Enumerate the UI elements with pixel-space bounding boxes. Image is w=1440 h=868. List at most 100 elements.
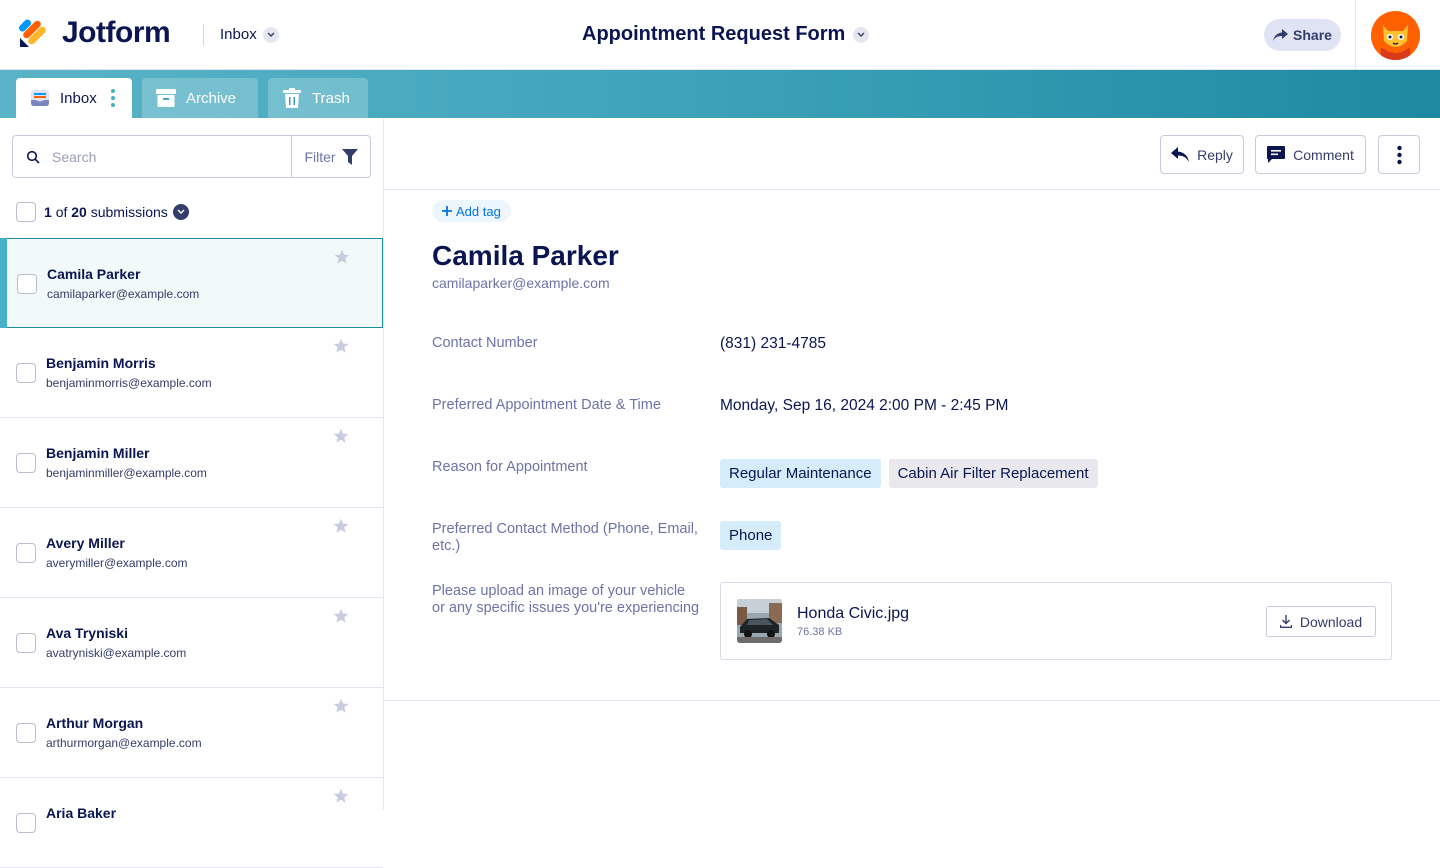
submission-count: 1 of 20 submissions xyxy=(16,202,189,222)
share-button-label: Share xyxy=(1293,27,1332,43)
jotform-logo-icon xyxy=(19,19,46,47)
file-name: Honda Civic.jpg xyxy=(797,605,910,622)
jotform-logo[interactable]: Jotform xyxy=(18,16,171,50)
field-label: Preferred Appointment Date & Time xyxy=(432,397,661,413)
row-checkbox[interactable] xyxy=(16,543,36,563)
search-input[interactable] xyxy=(52,148,282,165)
answer-chip: Regular Maintenance xyxy=(720,459,881,488)
filter-funnel-icon xyxy=(341,148,358,165)
archive-icon xyxy=(156,88,176,108)
user-avatar-icon xyxy=(1371,11,1420,60)
submitter-name: Aria Baker xyxy=(46,805,117,821)
row-checkbox[interactable] xyxy=(16,813,36,833)
tab-inbox[interactable]: Inbox xyxy=(16,78,132,118)
file-size: 76.38 KB xyxy=(797,626,843,638)
star-icon[interactable] xyxy=(333,518,349,534)
brand-name: Jotform xyxy=(62,16,171,49)
filter-button[interactable]: Filter xyxy=(291,136,370,177)
share-arrow-icon xyxy=(1273,29,1289,41)
submission-list-panel: Filter 1 of 20 submissions Camila Parker… xyxy=(0,118,384,868)
submitter-name: Benjamin Morris xyxy=(46,355,156,371)
submitter-name: Arthur Morgan xyxy=(46,715,144,731)
selection-dropdown[interactable] xyxy=(172,204,189,220)
tab-archive[interactable]: Archive xyxy=(142,78,258,118)
submitter-email: arthurmorgan@example.com xyxy=(46,736,202,750)
submitter-email: averymiller@example.com xyxy=(46,556,188,570)
current-index: 1 xyxy=(44,204,52,220)
select-all-checkbox[interactable] xyxy=(16,202,36,222)
more-vertical-icon xyxy=(1396,145,1402,164)
star-icon[interactable] xyxy=(333,428,349,444)
submitter-email: camilaparker@example.com xyxy=(432,275,610,291)
list-item[interactable]: Camila Parker camilaparker@example.com xyxy=(0,238,383,328)
submitter-email: benjaminmiller@example.com xyxy=(46,466,207,480)
row-checkbox[interactable] xyxy=(16,633,36,653)
header-divider xyxy=(203,24,204,46)
field-label: Contact Number xyxy=(432,335,538,351)
add-tag-button[interactable]: Add tag xyxy=(432,200,511,222)
answer-chip: Phone xyxy=(720,521,782,550)
submitter-name: Avery Miller xyxy=(46,535,125,551)
file-thumbnail[interactable] xyxy=(737,599,782,643)
chip-group: Regular Maintenance Cabin Air Filter Repl… xyxy=(720,459,1106,488)
field-label: Preferred Contact Method (Phone, Email, … xyxy=(432,521,698,554)
avatar[interactable] xyxy=(1371,11,1420,60)
chevron-down-icon xyxy=(177,209,185,215)
total-count: 20 xyxy=(71,204,87,220)
more-options-button[interactable] xyxy=(1378,135,1420,174)
row-checkbox[interactable] xyxy=(16,363,36,383)
star-icon[interactable] xyxy=(333,338,349,354)
top-header: Jotform Inbox Appointment Request Form S… xyxy=(0,0,1440,70)
row-checkbox[interactable] xyxy=(16,723,36,743)
list-item[interactable]: Avery Miller averymiller@example.com xyxy=(0,508,383,598)
list-item[interactable]: Benjamin Morris benjaminmorris@example.c… xyxy=(0,328,383,418)
header-divider xyxy=(1355,0,1356,70)
search-icon xyxy=(26,150,40,164)
field-value: Monday, Sep 16, 2024 2:00 PM - 2:45 PM xyxy=(720,397,1009,414)
tab-inbox-label: Inbox xyxy=(60,89,97,107)
add-tag-label: Add tag xyxy=(456,203,501,219)
submitter-email: avatryniski@example.com xyxy=(46,646,187,660)
list-item[interactable]: Ava Tryniski avatryniski@example.com xyxy=(0,598,383,688)
list-item[interactable]: Arthur Morgan arthurmorgan@example.com xyxy=(0,688,383,778)
car-photo-icon xyxy=(737,599,782,643)
toolbar-divider xyxy=(384,189,1440,190)
list-item[interactable]: Aria Baker xyxy=(0,778,383,868)
download-button-label: Download xyxy=(1299,613,1363,630)
chip-group: Phone xyxy=(720,521,789,550)
download-button[interactable]: Download xyxy=(1266,606,1376,637)
comment-icon xyxy=(1267,146,1286,163)
search-box: Filter xyxy=(12,135,371,178)
download-icon xyxy=(1279,615,1292,628)
count-of-text: of xyxy=(55,204,68,220)
list-item[interactable]: Benjamin Miller benjaminmiller@example.c… xyxy=(0,418,383,508)
star-icon[interactable] xyxy=(333,788,349,804)
plus-icon xyxy=(442,206,452,216)
submitter-email: benjaminmorris@example.com xyxy=(46,376,212,390)
submitter-name: Camila Parker xyxy=(47,266,141,282)
tab-archive-label: Archive xyxy=(186,89,237,107)
field-label: Reason for Appointment xyxy=(432,459,588,475)
form-title: Appointment Request Form xyxy=(582,23,846,45)
star-icon[interactable] xyxy=(333,608,349,624)
tab-trash[interactable]: Trash xyxy=(268,78,368,118)
chevron-down-icon xyxy=(262,26,279,43)
star-icon[interactable] xyxy=(333,698,349,714)
answer-chip: Cabin Air Filter Replacement xyxy=(888,459,1098,488)
file-attachment: Honda Civic.jpg 76.38 KB Download xyxy=(720,582,1392,660)
inbox-icon xyxy=(30,88,50,108)
inbox-switcher-label: Inbox xyxy=(220,26,257,43)
star-icon[interactable] xyxy=(334,249,350,265)
reply-button[interactable]: Reply xyxy=(1160,135,1244,174)
share-button[interactable]: Share xyxy=(1264,19,1341,51)
submission-detail-panel: Reply Comment Add tag Camila Parker cami… xyxy=(384,118,1440,810)
field-value: (831) 231-4785 xyxy=(720,335,826,352)
row-checkbox[interactable] xyxy=(17,274,37,294)
form-title-dropdown[interactable]: Appointment Request Form xyxy=(582,23,870,46)
comment-button[interactable]: Comment xyxy=(1255,135,1366,174)
inbox-switcher[interactable]: Inbox xyxy=(220,26,279,43)
submitter-name: Ava Tryniski xyxy=(46,625,128,641)
row-checkbox[interactable] xyxy=(16,453,36,473)
submitter-name: Benjamin Miller xyxy=(46,445,150,461)
more-vertical-icon[interactable] xyxy=(110,89,115,107)
